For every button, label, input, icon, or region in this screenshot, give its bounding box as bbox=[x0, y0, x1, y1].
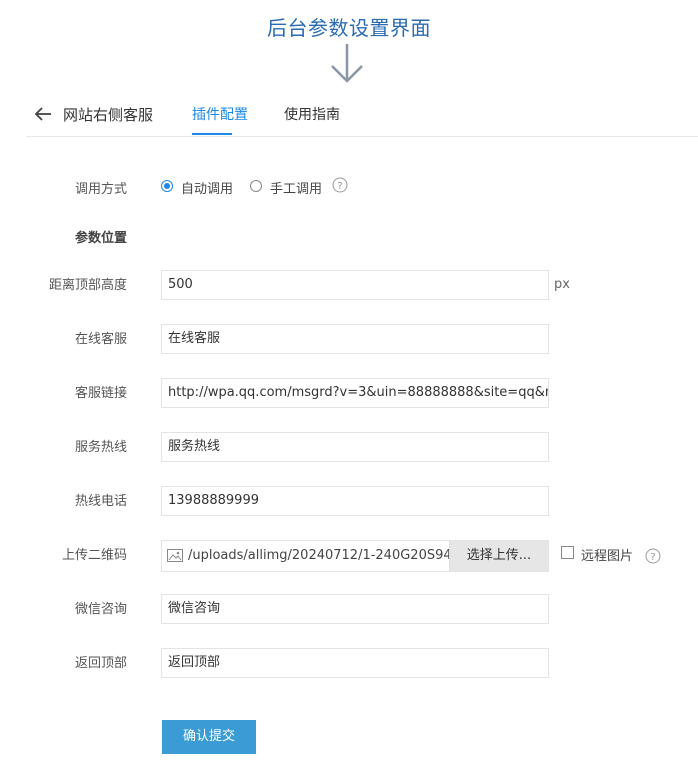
remote-image-checkbox[interactable] bbox=[561, 546, 574, 559]
back-top-label: 返回顶部 bbox=[74, 656, 127, 671]
svg-text:?: ? bbox=[337, 181, 342, 192]
wechat-label: 微信咨询 bbox=[74, 602, 127, 617]
svg-text:?: ? bbox=[650, 552, 655, 563]
active-tab-indicator bbox=[192, 133, 232, 135]
hotline-phone-input[interactable]: 13988889999 bbox=[161, 486, 549, 516]
tab-plugin-config[interactable]: 插件配置 bbox=[192, 104, 248, 124]
radio-auto-call-label[interactable]: 自动调用 bbox=[181, 178, 233, 197]
qr-upload-field[interactable]: /uploads/allimg/20240712/1-240G20S943 选择… bbox=[161, 540, 549, 572]
distance-top-input[interactable]: 500 bbox=[161, 270, 549, 300]
remote-image-label[interactable]: 远程图片 bbox=[581, 545, 633, 564]
wechat-input[interactable]: 微信咨询 bbox=[161, 594, 549, 624]
choose-upload-button[interactable]: 选择上传... bbox=[449, 541, 548, 571]
back-top-input[interactable]: 返回顶部 bbox=[161, 648, 549, 678]
online-service-label: 在线客服 bbox=[74, 332, 127, 347]
service-link-label: 客服链接 bbox=[74, 386, 127, 401]
radio-manual-call[interactable] bbox=[250, 180, 262, 192]
top-bar: 网站右侧客服 插件配置 使用指南 bbox=[26, 92, 698, 137]
service-link-input[interactable]: http://wpa.qq.com/msgrd?v=3&uin=88888888… bbox=[161, 378, 549, 408]
annotation-title: 后台参数设置界面 bbox=[267, 16, 431, 40]
section-title: 参数位置 bbox=[74, 231, 127, 246]
arrow-left-icon[interactable] bbox=[34, 106, 52, 122]
tab-usage-guide[interactable]: 使用指南 bbox=[284, 104, 340, 124]
hotline-input[interactable]: 服务热线 bbox=[161, 432, 549, 462]
distance-top-label: 距离顶部高度 bbox=[48, 278, 127, 293]
call-mode-label: 调用方式 bbox=[74, 182, 127, 197]
distance-top-unit: px bbox=[554, 277, 570, 292]
question-circle-icon[interactable]: ? bbox=[332, 177, 348, 193]
radio-auto-call[interactable] bbox=[161, 180, 173, 192]
submit-button[interactable]: 确认提交 bbox=[162, 720, 256, 754]
qr-upload-path[interactable]: /uploads/allimg/20240712/1-240G20S943 bbox=[188, 541, 450, 571]
hotline-phone-label: 热线电话 bbox=[74, 494, 127, 509]
radio-manual-call-label[interactable]: 手工调用 bbox=[270, 178, 322, 197]
page-title: 网站右侧客服 bbox=[63, 106, 154, 124]
arrow-down-icon bbox=[331, 44, 363, 83]
online-service-input[interactable]: 在线客服 bbox=[161, 324, 549, 354]
image-icon bbox=[167, 549, 183, 562]
qr-upload-label: 上传二维码 bbox=[61, 548, 127, 563]
hotline-label: 服务热线 bbox=[74, 440, 127, 455]
question-circle-icon[interactable]: ? bbox=[645, 548, 661, 564]
